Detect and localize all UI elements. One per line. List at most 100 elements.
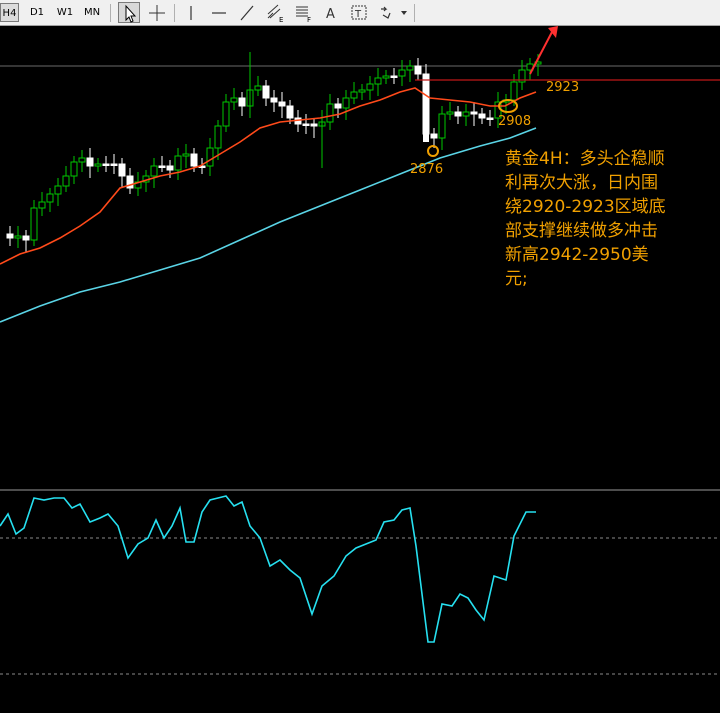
candle-body <box>206 147 214 167</box>
candle-body <box>310 123 318 127</box>
candle-body <box>286 105 294 119</box>
candle-body <box>6 233 14 239</box>
commentary-line: 部支撑继续做多冲击 <box>505 221 658 241</box>
candle-body <box>302 123 310 126</box>
low-marker-circle <box>427 145 439 157</box>
candle-body <box>366 83 374 91</box>
candle-body <box>382 75 390 79</box>
label-tool-glyph: T <box>354 9 362 20</box>
candle-body <box>454 111 462 117</box>
trendline-button[interactable] <box>236 2 258 23</box>
candle-body <box>190 153 198 167</box>
candle-body <box>118 163 126 177</box>
candle-body <box>14 235 22 239</box>
commentary-text: 黄金4H：多头企稳顺 利再次大涨，日内围 绕2920-2923区域底 部支撑继续… <box>505 147 715 291</box>
candle-body <box>510 81 518 101</box>
trendline-icon <box>240 5 254 21</box>
candle-body <box>86 157 94 167</box>
candle-body <box>238 97 246 107</box>
candle-body <box>423 82 429 142</box>
candle-body <box>446 111 454 115</box>
candle-body <box>22 235 30 241</box>
timeframe-mn-button[interactable]: MN <box>82 3 102 22</box>
toolbar-separator <box>110 4 111 22</box>
candle-body <box>462 111 470 117</box>
candle-body <box>342 97 350 109</box>
resistance-label: 2923 <box>546 80 580 95</box>
channel-tool-sub: E <box>279 16 283 23</box>
fib-tool-sub: F <box>307 16 311 23</box>
toolbar-separator <box>174 4 175 22</box>
equidistant-channel-icon: E <box>267 4 283 23</box>
commentary-line: 绕2920-2923区域底 <box>505 197 666 217</box>
candle-body <box>470 111 478 115</box>
candle-body <box>182 153 190 157</box>
commentary-line: 元; <box>505 269 528 289</box>
cursor-icon <box>125 4 137 23</box>
candle-body <box>270 97 278 103</box>
commentary-line: 新高2942-2950美 <box>505 245 649 265</box>
candle-body <box>406 65 414 71</box>
candle-body <box>158 165 166 168</box>
crosshair-icon <box>149 5 165 21</box>
commentary-line: 利再次大涨，日内围 <box>505 173 658 193</box>
candle-body <box>110 163 118 166</box>
candle-body <box>150 165 158 177</box>
timeframe-h4-button[interactable]: H4 <box>0 3 19 22</box>
candle-body <box>262 85 270 99</box>
equidistant-channel-button[interactable]: E <box>264 2 286 23</box>
arrows-shapes-button[interactable] <box>376 2 408 23</box>
text-tool-glyph: A <box>326 7 335 22</box>
price-chart[interactable] <box>0 26 720 713</box>
candle-body <box>222 101 230 127</box>
oscillator-line <box>0 495 536 643</box>
candle-body <box>54 185 62 195</box>
candle-body <box>430 133 438 139</box>
candle-body <box>326 103 334 123</box>
chart-annotations <box>427 26 558 157</box>
candle-body <box>174 155 182 171</box>
vertical-line-button[interactable] <box>180 2 202 23</box>
toolbar-separator <box>414 4 415 22</box>
candle-body <box>254 85 262 91</box>
timeframe-d1-button[interactable]: D1 <box>27 3 47 22</box>
horizontal-line-icon <box>212 12 226 14</box>
vertical-line-icon <box>190 6 192 20</box>
candle-body <box>374 77 382 85</box>
text-button[interactable]: A <box>320 2 342 23</box>
candle-body <box>230 97 238 103</box>
candle-body <box>390 75 398 78</box>
candle-body <box>38 201 46 209</box>
low-label: 2876 <box>410 162 444 177</box>
candle-body <box>478 113 486 119</box>
support-label: 2908 <box>498 114 532 129</box>
timeframe-w1-button[interactable]: W1 <box>55 3 75 22</box>
horizontal-line-button[interactable] <box>208 2 230 23</box>
text-icon: A <box>326 7 335 22</box>
candle-body <box>94 163 102 167</box>
candle-body <box>414 65 422 75</box>
breakout-arrow-shaft <box>529 31 553 75</box>
fibonacci-button[interactable]: F <box>292 2 314 23</box>
text-label-button[interactable]: T <box>348 2 370 23</box>
candle-body <box>62 175 70 187</box>
candle-body <box>438 113 446 139</box>
candle-body <box>350 91 358 99</box>
candle-body <box>278 101 286 107</box>
crosshair-button[interactable] <box>146 2 168 23</box>
candle-body <box>70 161 78 177</box>
arrows-shapes-icon <box>381 6 407 19</box>
candle-body <box>334 103 342 109</box>
text-label-icon: T <box>351 5 367 20</box>
candle-body <box>398 69 406 77</box>
candle-body <box>102 163 110 166</box>
cursor-button[interactable] <box>118 2 140 23</box>
candle-body <box>78 157 86 163</box>
chart-toolbar: H4 D1 W1 MN E F A T <box>0 0 720 26</box>
candle-body <box>486 117 494 120</box>
commentary-line: 黄金4H：多头企稳顺 <box>505 149 665 169</box>
candle-body <box>46 193 54 203</box>
fibonacci-icon: F <box>296 6 311 23</box>
candle-body <box>166 165 174 171</box>
candle-body <box>358 89 366 93</box>
